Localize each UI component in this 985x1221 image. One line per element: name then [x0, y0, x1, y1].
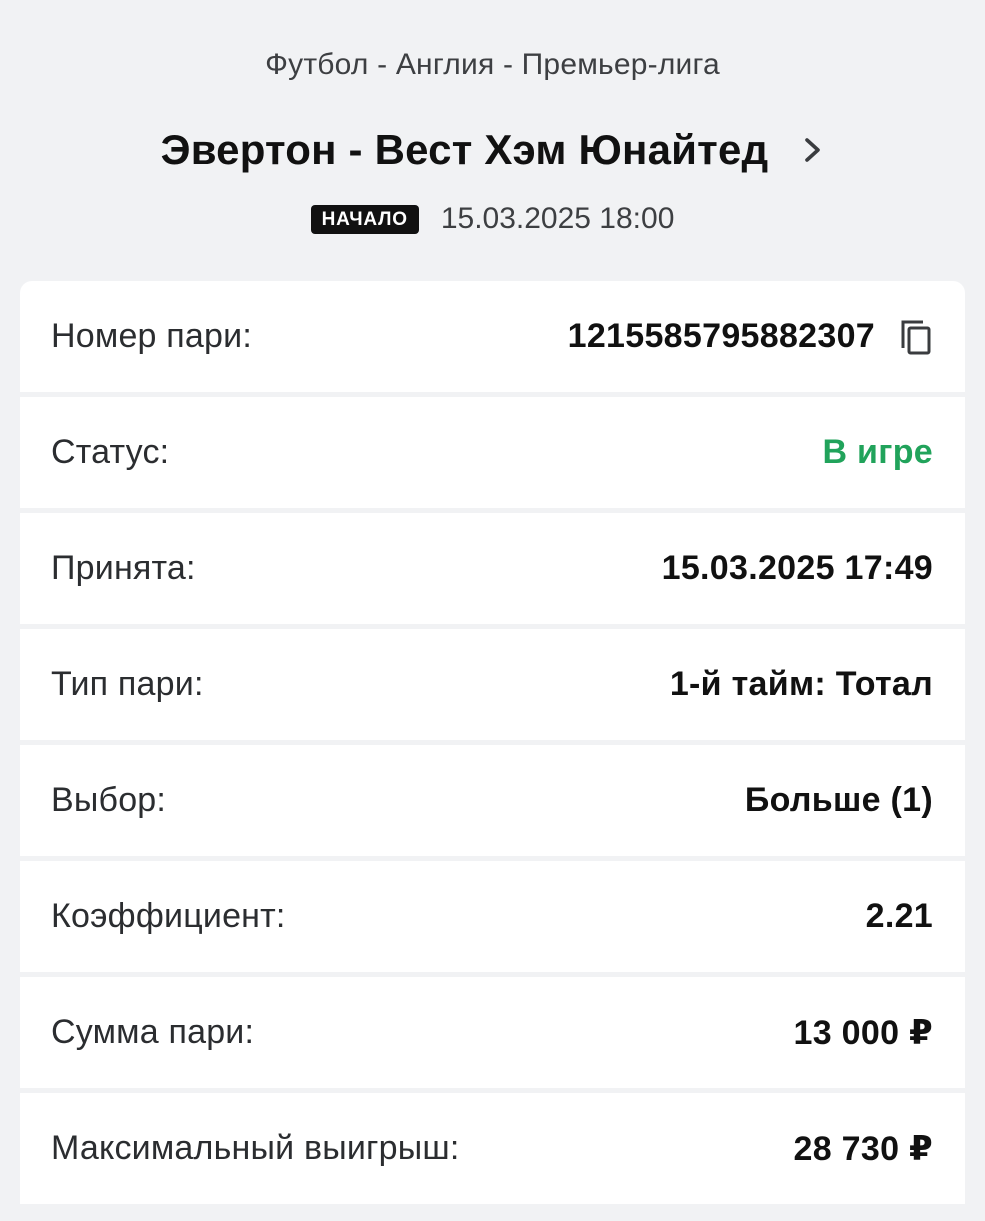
chevron-right-icon — [802, 135, 824, 165]
stake-value: 13 000 ₽ — [793, 1013, 933, 1052]
stake-label: Сумма пари: — [51, 1013, 255, 1051]
row-max-win: Максимальный выигрыш: 28 730 ₽ — [20, 1093, 965, 1204]
accepted-value: 15.03.2025 17:49 — [661, 549, 933, 587]
status-label: Статус: — [51, 433, 170, 471]
selection-label: Выбор: — [51, 781, 167, 819]
row-odds: Коэффициент: 2.21 — [20, 861, 965, 972]
event-header: Футбол - Англия - Премьер-лига Эвертон -… — [0, 0, 985, 270]
odds-label: Коэффициент: — [51, 897, 286, 935]
bet-number-label: Номер пари: — [51, 317, 252, 355]
match-title: Эвертон - Вест Хэм Юнайтед — [160, 126, 769, 173]
row-selection: Выбор: Больше (1) — [20, 745, 965, 856]
row-bet-type: Тип пари: 1-й тайм: Тотал — [20, 629, 965, 740]
bet-details-card: Номер пари: 1215585795882307 Статус: В и… — [20, 281, 965, 1221]
start-badge: НАЧАЛО — [310, 204, 419, 234]
row-bet-number: Номер пари: 1215585795882307 — [20, 281, 965, 392]
copy-icon[interactable] — [899, 318, 933, 356]
max-win-label: Максимальный выигрыш: — [51, 1129, 460, 1167]
max-win-value: 28 730 ₽ — [793, 1129, 933, 1168]
status-value: В игре — [822, 433, 933, 471]
row-status: Статус: В игре — [20, 397, 965, 508]
start-info: НАЧАЛО 15.03.2025 18:00 — [0, 202, 985, 236]
bet-number-value: 1215585795882307 — [567, 317, 875, 355]
match-link[interactable]: Эвертон - Вест Хэм Юнайтед — [0, 126, 985, 174]
bet-type-label: Тип пари: — [51, 665, 204, 703]
bet-number-value-wrap: 1215585795882307 — [568, 317, 933, 356]
row-stake: Сумма пари: 13 000 ₽ — [20, 977, 965, 1088]
selection-value: Больше (1) — [744, 781, 933, 819]
row-accepted: Принята: 15.03.2025 17:49 — [20, 513, 965, 624]
bet-type-value: 1-й тайм: Тотал — [669, 665, 933, 703]
accepted-label: Принята: — [51, 549, 196, 587]
odds-value: 2.21 — [865, 897, 933, 935]
league-breadcrumb: Футбол - Англия - Премьер-лига — [265, 48, 720, 81]
start-datetime: 15.03.2025 18:00 — [440, 202, 675, 235]
